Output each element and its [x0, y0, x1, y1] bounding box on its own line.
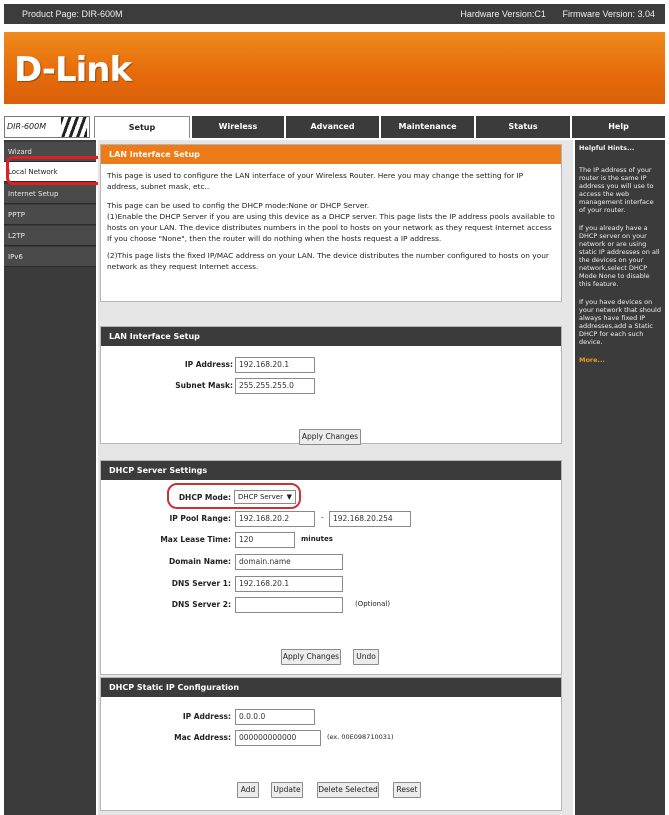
firmware-version: Firmware Version: 3.04 — [562, 9, 655, 19]
ip-pool-end-input[interactable]: 192.168.20.254 — [329, 511, 411, 527]
lease-time-input[interactable]: 120 — [235, 532, 295, 548]
dns-server-2-input[interactable] — [235, 597, 343, 613]
lan-ip-input[interactable]: 192.168.20.1 — [235, 357, 315, 373]
static-reset-button[interactable]: Reset — [393, 782, 421, 798]
dhcp-settings-title: DHCP Server Settings — [101, 461, 561, 480]
tab-help[interactable]: Help — [570, 116, 665, 138]
sidebar-item-l2tp[interactable]: L2TP — [4, 226, 96, 246]
static-delete-button[interactable]: Delete Selected — [317, 782, 379, 798]
ip-pool-label: IP Pool Range: — [169, 514, 231, 523]
main-nav: DIR-600M Setup Wireless Advanced Mainten… — [4, 116, 665, 138]
intro-paragraph-4: (2)This page lists the fixed IP/MAC addr… — [107, 251, 549, 271]
version-info: Hardware Version:C1 Firmware Version: 3.… — [446, 9, 655, 19]
mac-address-hint: (ex. 00E098710031) — [327, 733, 394, 741]
dhcp-settings-panel: DHCP Server Settings DHCP Mode: DHCP Ser… — [100, 460, 562, 675]
dns-server-2-label: DNS Server 2: — [171, 600, 231, 609]
intro-title: LAN Interface Setup — [101, 145, 561, 164]
sidebar-item-ipv6[interactable]: IPv6 — [4, 247, 96, 267]
model-badge-stripes — [61, 117, 87, 137]
tab-maintenance[interactable]: Maintenance — [379, 116, 474, 138]
lease-time-label: Max Lease Time: — [160, 535, 231, 544]
help-text-ip: The IP address of your router is the sam… — [579, 166, 654, 214]
ip-pool-start-input[interactable]: 192.168.20.2 — [235, 511, 315, 527]
product-page-label: Product Page: DIR-600M — [22, 9, 123, 19]
help-panel: Helpful Hints... The IP address of your … — [575, 140, 665, 815]
lan-ip-label: IP Address: — [184, 360, 233, 369]
mac-address-label: Mac Address: — [174, 733, 231, 742]
dhcp-undo-button[interactable]: Undo — [353, 649, 379, 665]
static-update-button[interactable]: Update — [271, 782, 303, 798]
static-ip-label: IP Address: — [182, 712, 231, 721]
tab-setup[interactable]: Setup — [94, 116, 190, 138]
static-ip-panel: DHCP Static IP Configuration IP Address:… — [100, 677, 562, 811]
domain-name-input[interactable]: domain.name — [235, 554, 343, 570]
dns-server-1-label: DNS Server 1: — [171, 579, 231, 588]
help-more-link[interactable]: More... — [579, 356, 661, 364]
lan-setup-title: LAN Interface Setup — [101, 327, 561, 346]
lan-setup-panel: LAN Interface Setup IP Address: 192.168.… — [100, 326, 562, 445]
domain-name-label: Domain Name: — [168, 557, 231, 566]
help-text-static: If you have devices on your network that… — [579, 298, 661, 346]
local-network-highlight — [6, 156, 105, 185]
intro-paragraph-2: This page can be used to config the DHCP… — [107, 201, 370, 210]
main-content: LAN Interface Setup This page is used to… — [98, 140, 573, 815]
static-ip-input[interactable]: 0.0.0.0 — [235, 709, 315, 725]
lease-time-unit: minutes — [301, 535, 333, 543]
tab-status[interactable]: Status — [474, 116, 570, 138]
intro-paragraph-1: This page is used to configure the LAN i… — [107, 171, 524, 191]
dhcp-mode-highlight — [167, 483, 301, 509]
left-sidebar: Wizard Local Network Internet Setup PPTP… — [4, 140, 96, 815]
intro-paragraph-3: (1)Enable the DHCP Server if you are usi… — [107, 212, 555, 243]
static-ip-title: DHCP Static IP Configuration — [101, 678, 561, 697]
help-title: Helpful Hints... — [579, 144, 635, 152]
dlink-logo: D-Link — [14, 50, 132, 90]
brand-banner: D-Link — [4, 32, 665, 104]
banner-divider — [4, 106, 665, 114]
model-badge: DIR-600M — [4, 116, 90, 138]
sidebar-item-internet-setup[interactable]: Internet Setup — [4, 184, 96, 204]
mac-address-input[interactable]: 000000000000 — [235, 730, 321, 746]
model-badge-label: DIR-600M — [7, 122, 47, 131]
tab-advanced[interactable]: Advanced — [284, 116, 379, 138]
help-text-dhcp: If you already have a DHCP server on you… — [579, 224, 660, 288]
top-info-bar: Product Page: DIR-600M Hardware Version:… — [4, 4, 665, 24]
lan-apply-button[interactable]: Apply Changes — [299, 429, 361, 445]
sidebar-item-pptp[interactable]: PPTP — [4, 205, 96, 225]
lan-mask-label: Subnet Mask: — [175, 381, 233, 390]
static-add-button[interactable]: Add — [237, 782, 259, 798]
ip-pool-separator: - — [321, 514, 324, 522]
tab-wireless[interactable]: Wireless — [190, 116, 284, 138]
hardware-version: Hardware Version:C1 — [460, 9, 546, 19]
dhcp-apply-button[interactable]: Apply Changes — [281, 649, 341, 665]
intro-panel: LAN Interface Setup This page is used to… — [100, 144, 562, 302]
lan-mask-input[interactable]: 255.255.255.0 — [235, 378, 315, 394]
dns-server-2-hint: (Optional) — [355, 600, 391, 608]
dns-server-1-input[interactable]: 192.168.20.1 — [235, 576, 343, 592]
